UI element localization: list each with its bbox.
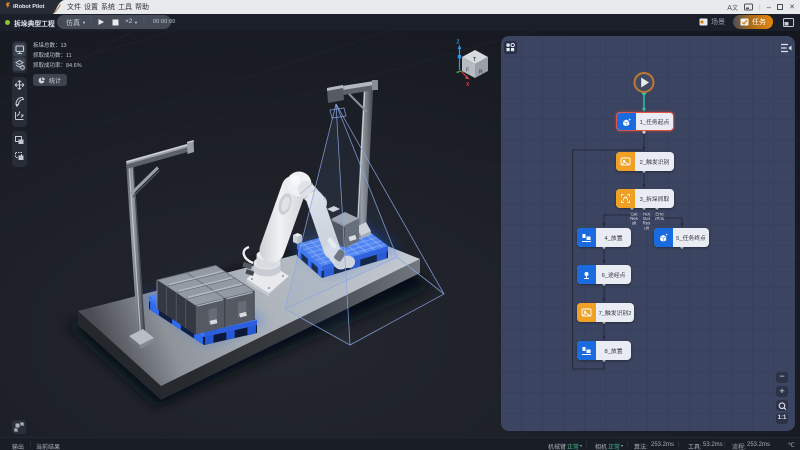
svg-text:T: T <box>473 57 476 63</box>
svg-text:F: F <box>466 68 469 74</box>
svg-text:R: R <box>479 70 483 76</box>
svg-text:NotGetResult: NotGetResult <box>643 212 651 231</box>
svg-text:iRobot Pilot: iRobot Pilot <box>13 4 45 10</box>
svg-text:Z: Z <box>457 40 460 46</box>
svg-text:ErrorPos: ErrorPos <box>655 212 664 222</box>
svg-text:GetResult: GetResult <box>630 212 638 226</box>
